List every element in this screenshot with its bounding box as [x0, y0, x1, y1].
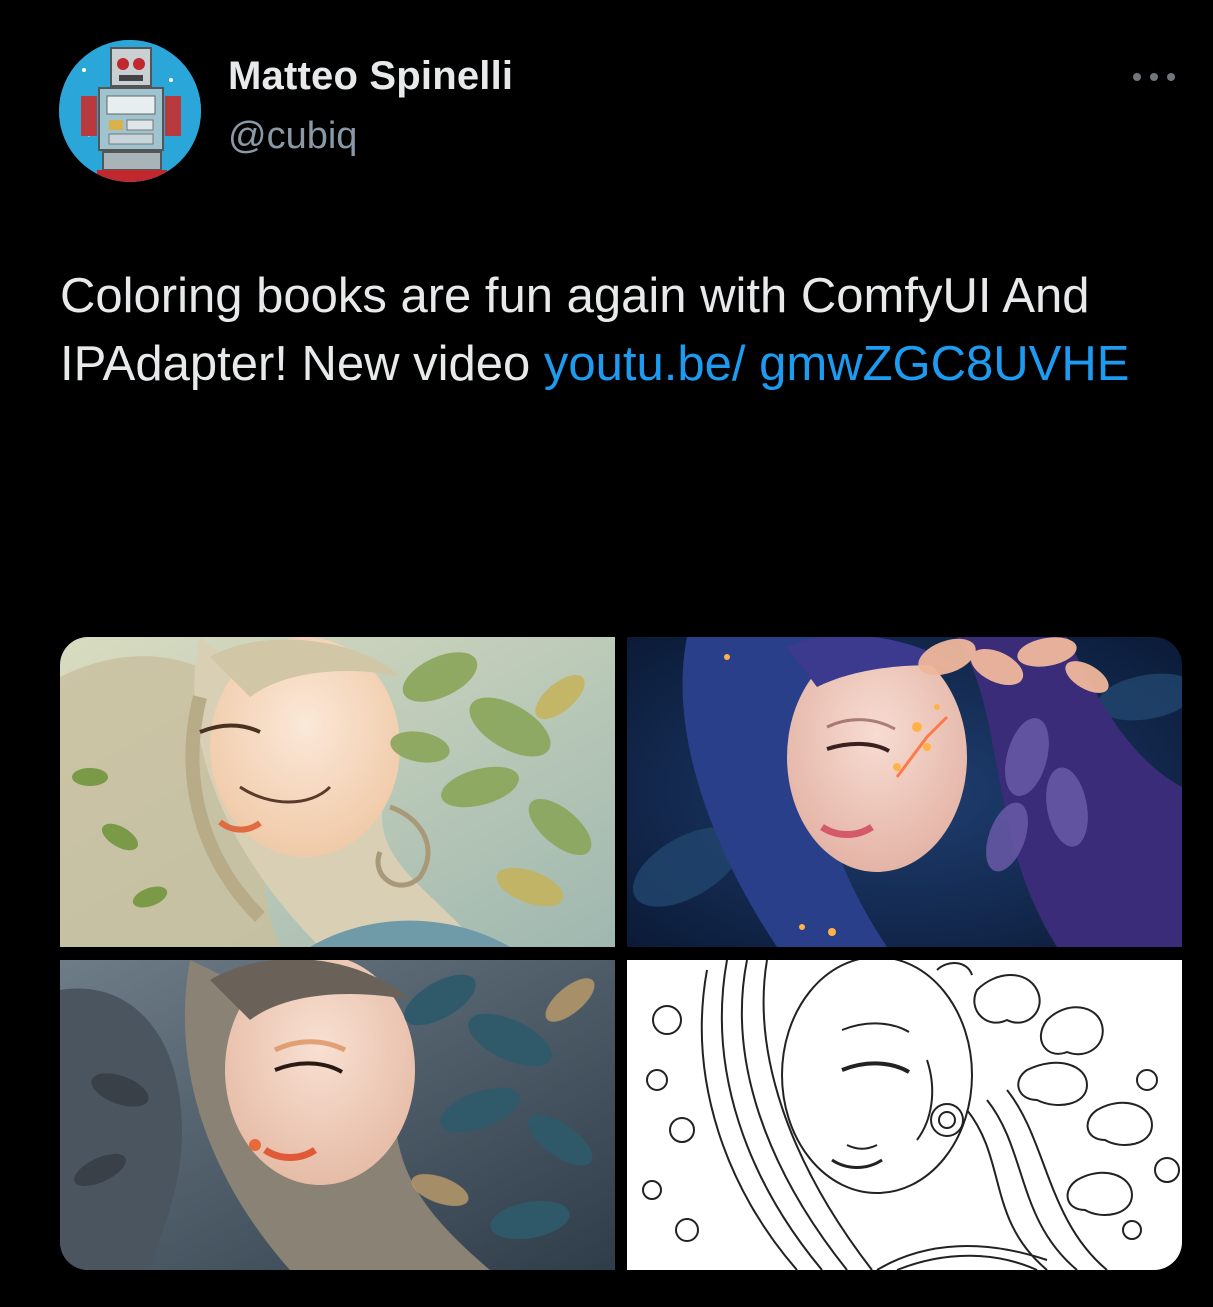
tweet: Matteo Spinelli @cubiq Coloring books ar… [0, 0, 1213, 1307]
media-grid [60, 637, 1182, 1270]
author-handle[interactable]: @cubiq [228, 115, 357, 158]
media-image-4[interactable] [627, 960, 1182, 1270]
tweet-text: Coloring books are fun again with ComfyU… [60, 262, 1160, 398]
robot-avatar-icon[interactable] [59, 40, 201, 182]
media-image-2[interactable] [627, 637, 1182, 947]
media-image-1[interactable] [60, 637, 615, 947]
media-image-3[interactable] [60, 960, 615, 1270]
tweet-link[interactable]: youtu.be/ gmwZGC8UVHE [544, 337, 1130, 391]
author-name[interactable]: Matteo Spinelli [228, 54, 513, 99]
more-options-icon[interactable] [1128, 62, 1180, 92]
